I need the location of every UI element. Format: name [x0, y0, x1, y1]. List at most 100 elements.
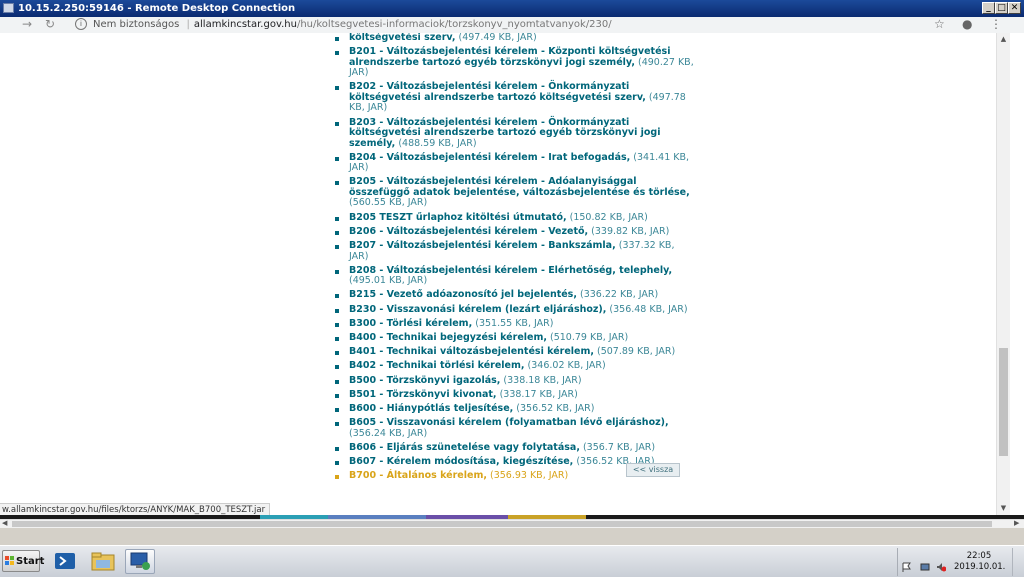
taskbar: Start 22:05 2019.10.01.: [0, 545, 1024, 577]
document-link[interactable]: B202 - Változásbejelentési kérelem - Önk…: [335, 82, 695, 114]
scrollbar-thumb[interactable]: [999, 348, 1008, 456]
document-size: (507.89 KB, JAR): [597, 346, 676, 358]
document-link[interactable]: B204 - Változásbejelentési kérelem - Ira…: [335, 152, 695, 174]
minimize-button[interactable]: _: [982, 2, 995, 14]
document-size: (338.18 KB, JAR): [503, 374, 582, 386]
document-size: (488.59 KB, JAR): [398, 137, 477, 149]
document-link[interactable]: B401 - Technikai változásbejelentési kér…: [335, 346, 695, 358]
document-size: (510.79 KB, JAR): [550, 331, 629, 343]
document-size: (497.49 KB, JAR): [458, 33, 537, 43]
document-link[interactable]: B206 - Változásbejelentési kérelem - Vez…: [335, 225, 695, 238]
document-title[interactable]: B402 - Technikai törlési kérelem,: [349, 360, 525, 372]
clock-date: 2019.10.01.: [954, 562, 1006, 572]
document-size: (495.01 KB, JAR): [349, 275, 428, 287]
document-size: (356.24 KB, JAR): [349, 427, 428, 439]
document-title[interactable]: B203 - Változásbejelentési kérelem - Önk…: [349, 117, 660, 149]
document-title[interactable]: B215 - Vezető adóazonosító jel bejelenté…: [349, 289, 577, 301]
scroll-left-icon[interactable]: ◀: [2, 519, 7, 527]
show-desktop-button[interactable]: [1012, 548, 1024, 576]
document-size: (560.55 KB, JAR): [349, 197, 428, 209]
document-title[interactable]: B207 - Változásbejelentési kérelem - Ban…: [349, 240, 616, 251]
document-title[interactable]: B401 - Technikai változásbejelentési kér…: [349, 346, 594, 357]
back-button[interactable]: << vissza: [626, 463, 680, 477]
document-size: (356.52 KB, JAR): [516, 402, 595, 414]
document-title[interactable]: B205 TESZT űrlaphoz kitöltési útmutató,: [349, 212, 567, 223]
document-title[interactable]: B501 - Törzskönyvi kivonat,: [349, 389, 497, 400]
document-title[interactable]: B607 - Kérelem módosítása, kiegészítése,: [349, 456, 573, 467]
star-icon[interactable]: ☆: [934, 17, 945, 31]
document-link[interactable]: B500 - Törzskönyvi igazolás, (338.18 KB,…: [335, 374, 695, 387]
document-size: (336.22 KB, JAR): [579, 289, 659, 301]
document-title[interactable]: B208 - Változásbejelentési kérelem - Elé…: [349, 265, 672, 276]
horizontal-scrollbar[interactable]: ◀ ▶: [0, 519, 1024, 528]
document-title[interactable]: B204 - Változásbejelentési kérelem - Ira…: [349, 152, 630, 163]
file-explorer-icon: [91, 552, 115, 571]
close-button[interactable]: ✕: [1008, 2, 1021, 14]
scroll-right-icon[interactable]: ▶: [1014, 519, 1019, 527]
document-title[interactable]: B500 - Törzskönyvi igazolás,: [349, 375, 500, 386]
security-label: Nem biztonságos: [93, 19, 180, 30]
document-title[interactable]: B202 - Változásbejelentési kérelem - Önk…: [349, 81, 646, 103]
clock-time: 22:05: [966, 551, 992, 561]
volume-muted-icon[interactable]: [936, 557, 947, 572]
document-link[interactable]: B203 - Változásbejelentési kérelem - Önk…: [335, 117, 695, 150]
vertical-scrollbar[interactable]: ▲ ▼: [996, 33, 1010, 515]
desktop-gap: [0, 528, 1024, 545]
remote-desktop-taskbar-button[interactable]: [125, 549, 155, 574]
remote-desktop-window-icon: [3, 3, 14, 13]
document-link[interactable]: B606 - Eljárás szünetelése vagy folytatá…: [335, 441, 695, 454]
document-title[interactable]: B201 - Változásbejelentési kérelem - Köz…: [349, 46, 670, 68]
document-link[interactable]: B201 - Változásbejelentési kérelem - Köz…: [335, 47, 695, 79]
document-size: (339.82 KB, JAR): [591, 225, 670, 237]
document-link[interactable]: B400 - Technikai bejegyzési kérelem, (51…: [335, 331, 695, 344]
document-link[interactable]: költségvetési szerv, (497.49 KB, JAR): [335, 33, 695, 44]
start-button[interactable]: Start: [2, 550, 44, 572]
document-title[interactable]: B606 - Eljárás szünetelése vagy folytatá…: [349, 442, 580, 453]
scroll-up-icon[interactable]: ▲: [997, 33, 1010, 46]
document-title[interactable]: B205 - Változásbejelentési kérelem - Adó…: [349, 176, 690, 198]
document-title[interactable]: B300 - Törlési kérelem,: [349, 318, 472, 329]
document-link[interactable]: B402 - Technikai törlési kérelem, (346.0…: [335, 361, 695, 372]
start-label: Start: [16, 556, 45, 567]
document-link[interactable]: B501 - Törzskönyvi kivonat, (338.17 KB, …: [335, 389, 695, 401]
remote-desktop-icon: [130, 552, 150, 570]
powershell-taskbar-button[interactable]: [50, 549, 80, 574]
horizontal-scrollbar-thumb[interactable]: [12, 521, 992, 527]
window-title: 10.15.2.250:59146 - Remote Desktop Conne…: [18, 3, 296, 14]
document-link[interactable]: B208 - Változásbejelentési kérelem - Elé…: [335, 265, 695, 287]
maximize-button[interactable]: □: [995, 2, 1008, 14]
powershell-icon: [55, 553, 75, 569]
document-link[interactable]: B205 TESZT űrlaphoz kitöltési útmutató, …: [335, 211, 695, 224]
document-link[interactable]: B207 - Változásbejelentési kérelem - Ban…: [335, 240, 695, 262]
reload-icon[interactable]: ↻: [45, 17, 55, 31]
window-edge: [1010, 33, 1024, 515]
clock[interactable]: 22:05 2019.10.01.: [954, 551, 1006, 573]
document-link[interactable]: B600 - Hiánypótlás teljesítése, (356.52 …: [335, 402, 695, 415]
document-title[interactable]: B605 - Visszavonási kérelem (folyamatban…: [349, 417, 669, 428]
address-bar[interactable]: i Nem biztonságos | allamkincstar.gov.hu/h…: [75, 18, 612, 31]
document-title[interactable]: B600 - Hiánypótlás teljesítése,: [349, 403, 513, 414]
document-title[interactable]: B400 - Technikai bejegyzési kérelem,: [349, 332, 547, 343]
browser-toolbar: → ↻ i Nem biztonságos | allamkincstar.gov.…: [0, 17, 1024, 34]
network-icon[interactable]: [920, 557, 930, 571]
document-size: (356.7 KB, JAR): [582, 441, 656, 453]
document-size: (150.82 KB, JAR): [569, 211, 648, 223]
profile-icon[interactable]: ●: [962, 17, 972, 31]
info-icon[interactable]: i: [75, 18, 87, 30]
document-title[interactable]: B700 - Általános kérelem,: [349, 470, 487, 481]
menu-dots-icon[interactable]: ⋮: [990, 17, 1002, 31]
document-link[interactable]: B215 - Vezető adóazonosító jel bejelenté…: [335, 290, 695, 301]
flag-notification-icon[interactable]: [902, 557, 912, 572]
document-title[interactable]: költségvetési szerv,: [349, 33, 455, 43]
document-title[interactable]: B230 - Visszavonási kérelem (lezárt eljá…: [349, 304, 606, 315]
document-link[interactable]: B230 - Visszavonási kérelem (lezárt eljá…: [335, 304, 695, 316]
document-title[interactable]: B206 - Változásbejelentési kérelem - Vez…: [349, 226, 588, 237]
back-arrow-icon[interactable]: →: [22, 17, 32, 31]
document-link[interactable]: B605 - Visszavonási kérelem (folyamatban…: [335, 417, 695, 439]
document-link[interactable]: B205 - Változásbejelentési kérelem - Adó…: [335, 177, 695, 209]
scroll-down-icon[interactable]: ▼: [997, 502, 1010, 515]
url-path: /hu/koltsegvetesi-informaciok/torzskonyv…: [296, 19, 612, 30]
system-tray: 22:05 2019.10.01.: [897, 548, 1024, 576]
file-explorer-taskbar-button[interactable]: [88, 549, 118, 574]
document-link[interactable]: B300 - Törlési kérelem, (351.55 KB, JAR): [335, 318, 695, 330]
